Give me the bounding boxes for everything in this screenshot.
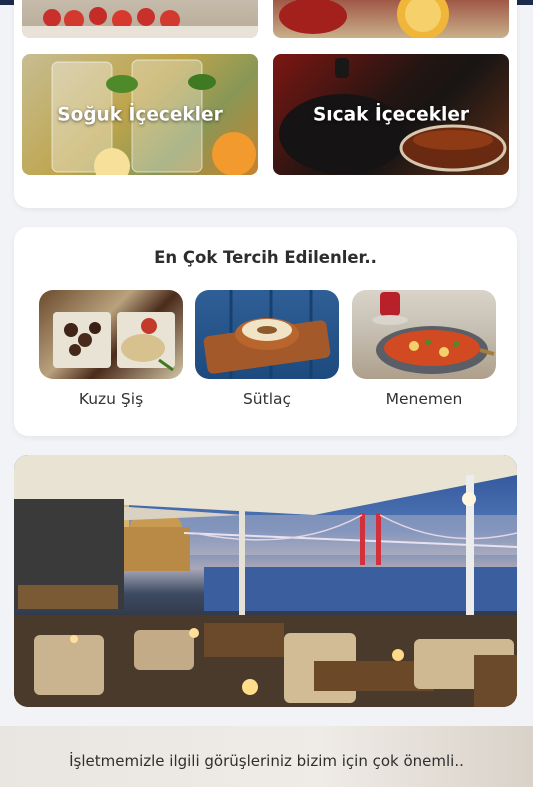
favorite-item-sutlac[interactable]: Sütlaç (195, 290, 339, 408)
restaurant-hero-image (14, 455, 517, 707)
favorites-card: En Çok Tercih Edilenler.. Kuzu Şiş Sütla… (14, 227, 517, 436)
favorite-item-menemen[interactable]: Menemen (352, 290, 496, 408)
feedback-banner[interactable]: İşletmemizle ilgili görüşleriniz bizim i… (0, 726, 533, 787)
dish-image (39, 290, 183, 379)
category-tile-cold-drinks[interactable]: Soğuk İçecekler (22, 54, 258, 175)
favorite-item-kuzu-sis[interactable]: Kuzu Şiş (39, 290, 183, 408)
dish-name: Sütlaç (242, 390, 292, 408)
category-tile-hot-drinks[interactable]: Sıcak İçecekler (273, 54, 509, 175)
dish-name: Menemen (385, 390, 463, 408)
dish-name: Kuzu Şiş (78, 390, 144, 408)
category-tile-fruit[interactable] (22, 0, 258, 38)
favorites-title: En Çok Tercih Edilenler.. (154, 248, 377, 267)
category-card: Soğuk İçecekler Sıcak İçecekler (14, 0, 517, 208)
category-label: Sıcak İçecekler (312, 104, 470, 125)
feedback-text: İşletmemizle ilgili görüşleriniz bizim i… (69, 752, 464, 770)
dish-image (352, 290, 496, 379)
category-tile-citrus[interactable] (273, 0, 509, 38)
category-label: Soğuk İçecekler (57, 104, 223, 125)
dish-image (195, 290, 339, 379)
